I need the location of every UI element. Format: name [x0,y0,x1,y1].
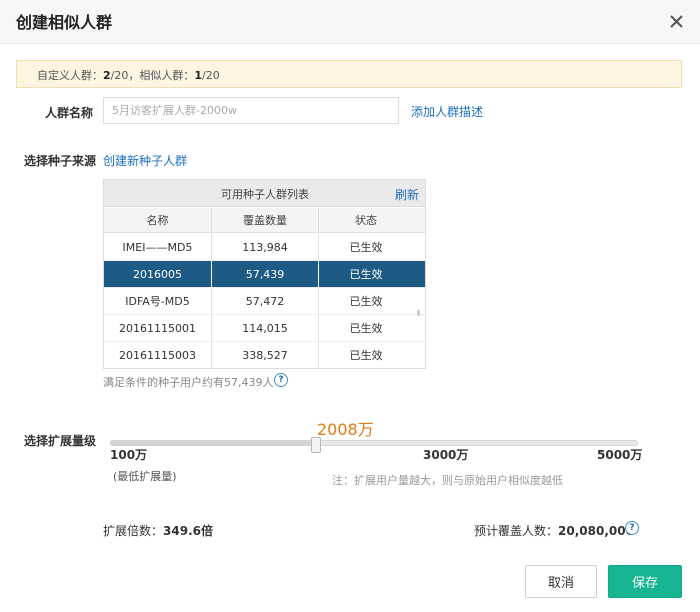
audience-name-input[interactable] [103,97,399,124]
save-button[interactable]: 保存 [608,565,682,598]
seed-user-hint: 满足条件的种子用户约有57,439人 [103,376,274,389]
row-name: 2016005 [133,267,182,281]
row-name: 20161115003 [119,348,196,362]
slider-tick-mid: 3000万 [423,448,469,462]
row-status: 已生效 [318,315,413,341]
slider-value-readout: 2008万 [317,420,374,439]
table-row[interactable]: IMEI——MD5 113,984 已生效 [104,234,425,261]
table-row[interactable]: 20161115003 338,527 已生效 [104,342,425,368]
slider-tick-min: 100万 [110,448,148,462]
expansion-ratio-value: 349.6倍 [163,524,213,538]
expand-warning-note: 注：扩展用户量越大，则与原始用户相似度越低 [332,474,563,487]
dialog-title: 创建相似人群 [16,13,113,32]
close-icon[interactable] [668,11,686,31]
column-header-name: 名称 [146,214,169,227]
similar-quota-total: /20 [202,69,220,82]
create-seed-link[interactable]: 创建新种子人群 [103,152,187,169]
custom-quota-total: /20， [110,69,140,82]
row-count: 113,984 [211,234,318,260]
row-name: IDFA号-MD5 [125,295,190,308]
help-icon[interactable]: ? [274,373,288,387]
refresh-button[interactable]: 刷新 [395,186,419,203]
seed-source-label: 选择种子来源 [24,154,97,168]
row-status: 已生效 [318,342,413,368]
row-count: 338,527 [211,342,318,368]
table-scrollbar[interactable] [417,310,420,316]
seed-table: 可用种子人群列表 刷新 名称 覆盖数量 状态 IMEI——MD5 113,984… [103,179,426,369]
seed-table-header: 名称 覆盖数量 状态 [104,208,425,233]
custom-quota-count: 2 [103,69,111,82]
row-count: 57,439 [211,261,318,287]
help-icon[interactable]: ? [625,521,639,535]
row-count: 114,015 [211,315,318,341]
table-row[interactable]: 20161115001 114,015 已生效 [104,315,425,342]
expansion-ratio: 扩展倍数：349.6倍 [103,522,213,539]
row-status: 已生效 [318,234,413,260]
expand-level-label: 选择扩展量级 [24,434,97,448]
expansion-ratio-label: 扩展倍数： [103,524,164,538]
column-header-count: 覆盖数量 [211,208,318,232]
add-description-link[interactable]: 添加人群描述 [411,103,483,120]
seed-table-title: 可用种子人群列表 [221,188,309,201]
similar-quota-count: 1 [194,69,203,82]
custom-quota-label: 自定义人群： [37,69,103,82]
estimated-coverage-value: 20,080,000 [558,524,634,538]
row-status: 已生效 [318,288,413,314]
row-count: 57,472 [211,288,318,314]
cancel-button[interactable]: 取消 [525,565,597,598]
estimated-coverage-label: 预计覆盖人数： [474,524,559,538]
slider-tick-max: 5000万 [597,448,643,462]
quota-notice: 自定义人群：2/20，相似人群：1/20 [16,60,682,88]
column-header-status: 状态 [318,208,413,232]
estimated-coverage: 预计覆盖人数：20,080,000 [474,522,634,539]
seed-table-body: IMEI——MD5 113,984 已生效 2016005 57,439 已生效… [104,234,425,368]
similar-quota-label: 相似人群： [139,69,195,82]
row-status: 已生效 [318,261,413,287]
row-name: IMEI——MD5 [122,240,193,254]
min-expand-note: (最低扩展量) [113,470,177,483]
expand-slider-handle[interactable] [311,437,321,453]
row-name: 20161115001 [119,321,196,335]
audience-name-label: 人群名称 [45,106,94,120]
table-row[interactable]: IDFA号-MD5 57,472 已生效 [104,288,425,315]
table-row-selected[interactable]: 2016005 57,439 已生效 [104,261,425,288]
